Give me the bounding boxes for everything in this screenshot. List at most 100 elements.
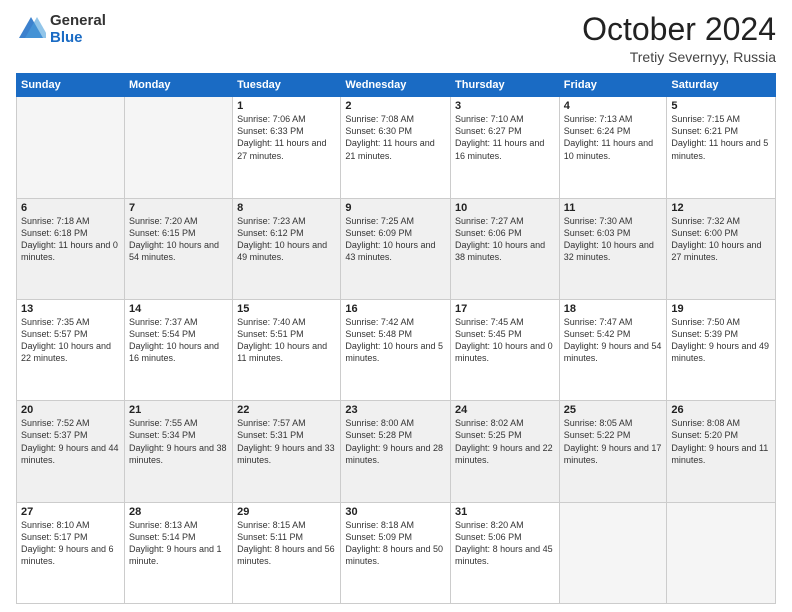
day-info: Sunrise: 7:23 AM Sunset: 6:12 PM Dayligh… xyxy=(237,215,336,264)
day-info: Sunrise: 8:13 AM Sunset: 5:14 PM Dayligh… xyxy=(129,519,228,568)
day-info: Sunrise: 8:08 AM Sunset: 5:20 PM Dayligh… xyxy=(671,417,771,466)
day-info: Sunrise: 7:35 AM Sunset: 5:57 PM Dayligh… xyxy=(21,316,120,365)
calendar-cell: 30Sunrise: 8:18 AM Sunset: 5:09 PM Dayli… xyxy=(341,502,451,603)
calendar-cell: 4Sunrise: 7:13 AM Sunset: 6:24 PM Daylig… xyxy=(559,97,667,198)
day-info: Sunrise: 7:42 AM Sunset: 5:48 PM Dayligh… xyxy=(345,316,446,365)
day-info: Sunrise: 8:00 AM Sunset: 5:28 PM Dayligh… xyxy=(345,417,446,466)
day-info: Sunrise: 7:13 AM Sunset: 6:24 PM Dayligh… xyxy=(564,113,663,162)
calendar-cell: 25Sunrise: 8:05 AM Sunset: 5:22 PM Dayli… xyxy=(559,401,667,502)
day-number: 2 xyxy=(345,100,446,112)
calendar-cell: 2Sunrise: 7:08 AM Sunset: 6:30 PM Daylig… xyxy=(341,97,451,198)
day-number: 7 xyxy=(129,202,228,214)
calendar-cell: 17Sunrise: 7:45 AM Sunset: 5:45 PM Dayli… xyxy=(451,299,560,400)
calendar-cell: 12Sunrise: 7:32 AM Sunset: 6:00 PM Dayli… xyxy=(667,198,776,299)
day-info: Sunrise: 7:50 AM Sunset: 5:39 PM Dayligh… xyxy=(671,316,771,365)
day-number: 24 xyxy=(455,404,555,416)
title-block: October 2024 Tretiy Severnyy, Russia xyxy=(582,12,776,65)
day-info: Sunrise: 7:55 AM Sunset: 5:34 PM Dayligh… xyxy=(129,417,228,466)
calendar-cell: 31Sunrise: 8:20 AM Sunset: 5:06 PM Dayli… xyxy=(451,502,560,603)
header: General Blue October 2024 Tretiy Severny… xyxy=(16,12,776,65)
day-number: 4 xyxy=(564,100,663,112)
day-info: Sunrise: 7:08 AM Sunset: 6:30 PM Dayligh… xyxy=(345,113,446,162)
day-info: Sunrise: 8:20 AM Sunset: 5:06 PM Dayligh… xyxy=(455,519,555,568)
calendar-cell: 9Sunrise: 7:25 AM Sunset: 6:09 PM Daylig… xyxy=(341,198,451,299)
day-number: 15 xyxy=(237,303,336,315)
day-info: Sunrise: 7:20 AM Sunset: 6:15 PM Dayligh… xyxy=(129,215,228,264)
calendar-cell xyxy=(667,502,776,603)
calendar-cell: 23Sunrise: 8:00 AM Sunset: 5:28 PM Dayli… xyxy=(341,401,451,502)
logo-text: General Blue xyxy=(50,12,106,46)
day-number: 17 xyxy=(455,303,555,315)
calendar-cell: 29Sunrise: 8:15 AM Sunset: 5:11 PM Dayli… xyxy=(233,502,341,603)
logo-icon xyxy=(16,14,46,44)
day-number: 20 xyxy=(21,404,120,416)
day-info: Sunrise: 7:52 AM Sunset: 5:37 PM Dayligh… xyxy=(21,417,120,466)
day-info: Sunrise: 7:57 AM Sunset: 5:31 PM Dayligh… xyxy=(237,417,336,466)
calendar-cell: 19Sunrise: 7:50 AM Sunset: 5:39 PM Dayli… xyxy=(667,299,776,400)
calendar-cell: 5Sunrise: 7:15 AM Sunset: 6:21 PM Daylig… xyxy=(667,97,776,198)
calendar-week-row: 1Sunrise: 7:06 AM Sunset: 6:33 PM Daylig… xyxy=(17,97,776,198)
calendar-cell: 8Sunrise: 7:23 AM Sunset: 6:12 PM Daylig… xyxy=(233,198,341,299)
col-thursday: Thursday xyxy=(451,74,560,97)
day-number: 3 xyxy=(455,100,555,112)
col-friday: Friday xyxy=(559,74,667,97)
calendar-week-row: 27Sunrise: 8:10 AM Sunset: 5:17 PM Dayli… xyxy=(17,502,776,603)
day-info: Sunrise: 8:02 AM Sunset: 5:25 PM Dayligh… xyxy=(455,417,555,466)
day-number: 23 xyxy=(345,404,446,416)
day-info: Sunrise: 7:40 AM Sunset: 5:51 PM Dayligh… xyxy=(237,316,336,365)
main-title: October 2024 xyxy=(582,12,776,47)
day-number: 19 xyxy=(671,303,771,315)
day-info: Sunrise: 7:15 AM Sunset: 6:21 PM Dayligh… xyxy=(671,113,771,162)
subtitle: Tretiy Severnyy, Russia xyxy=(582,49,776,65)
day-number: 11 xyxy=(564,202,663,214)
day-number: 14 xyxy=(129,303,228,315)
day-number: 10 xyxy=(455,202,555,214)
day-info: Sunrise: 7:30 AM Sunset: 6:03 PM Dayligh… xyxy=(564,215,663,264)
day-info: Sunrise: 8:05 AM Sunset: 5:22 PM Dayligh… xyxy=(564,417,663,466)
day-info: Sunrise: 7:27 AM Sunset: 6:06 PM Dayligh… xyxy=(455,215,555,264)
calendar-cell: 18Sunrise: 7:47 AM Sunset: 5:42 PM Dayli… xyxy=(559,299,667,400)
day-number: 13 xyxy=(21,303,120,315)
day-number: 22 xyxy=(237,404,336,416)
calendar-cell xyxy=(559,502,667,603)
calendar-cell: 14Sunrise: 7:37 AM Sunset: 5:54 PM Dayli… xyxy=(124,299,232,400)
calendar-cell: 22Sunrise: 7:57 AM Sunset: 5:31 PM Dayli… xyxy=(233,401,341,502)
day-number: 25 xyxy=(564,404,663,416)
day-info: Sunrise: 8:15 AM Sunset: 5:11 PM Dayligh… xyxy=(237,519,336,568)
day-info: Sunrise: 8:18 AM Sunset: 5:09 PM Dayligh… xyxy=(345,519,446,568)
calendar-cell: 24Sunrise: 8:02 AM Sunset: 5:25 PM Dayli… xyxy=(451,401,560,502)
col-saturday: Saturday xyxy=(667,74,776,97)
logo: General Blue xyxy=(16,12,106,46)
day-number: 12 xyxy=(671,202,771,214)
day-info: Sunrise: 8:10 AM Sunset: 5:17 PM Dayligh… xyxy=(21,519,120,568)
calendar-cell: 6Sunrise: 7:18 AM Sunset: 6:18 PM Daylig… xyxy=(17,198,125,299)
col-sunday: Sunday xyxy=(17,74,125,97)
day-number: 18 xyxy=(564,303,663,315)
day-number: 26 xyxy=(671,404,771,416)
col-tuesday: Tuesday xyxy=(233,74,341,97)
col-wednesday: Wednesday xyxy=(341,74,451,97)
day-number: 29 xyxy=(237,506,336,518)
col-monday: Monday xyxy=(124,74,232,97)
calendar-cell: 10Sunrise: 7:27 AM Sunset: 6:06 PM Dayli… xyxy=(451,198,560,299)
day-number: 16 xyxy=(345,303,446,315)
calendar-cell: 20Sunrise: 7:52 AM Sunset: 5:37 PM Dayli… xyxy=(17,401,125,502)
calendar-cell: 15Sunrise: 7:40 AM Sunset: 5:51 PM Dayli… xyxy=(233,299,341,400)
day-number: 28 xyxy=(129,506,228,518)
calendar-cell: 16Sunrise: 7:42 AM Sunset: 5:48 PM Dayli… xyxy=(341,299,451,400)
day-number: 21 xyxy=(129,404,228,416)
day-info: Sunrise: 7:18 AM Sunset: 6:18 PM Dayligh… xyxy=(21,215,120,264)
day-number: 31 xyxy=(455,506,555,518)
day-info: Sunrise: 7:45 AM Sunset: 5:45 PM Dayligh… xyxy=(455,316,555,365)
calendar-cell: 26Sunrise: 8:08 AM Sunset: 5:20 PM Dayli… xyxy=(667,401,776,502)
calendar-cell: 13Sunrise: 7:35 AM Sunset: 5:57 PM Dayli… xyxy=(17,299,125,400)
calendar-week-row: 6Sunrise: 7:18 AM Sunset: 6:18 PM Daylig… xyxy=(17,198,776,299)
day-info: Sunrise: 7:32 AM Sunset: 6:00 PM Dayligh… xyxy=(671,215,771,264)
calendar-cell: 3Sunrise: 7:10 AM Sunset: 6:27 PM Daylig… xyxy=(451,97,560,198)
day-number: 1 xyxy=(237,100,336,112)
day-number: 30 xyxy=(345,506,446,518)
calendar-cell xyxy=(17,97,125,198)
day-number: 9 xyxy=(345,202,446,214)
calendar-cell: 21Sunrise: 7:55 AM Sunset: 5:34 PM Dayli… xyxy=(124,401,232,502)
calendar-week-row: 13Sunrise: 7:35 AM Sunset: 5:57 PM Dayli… xyxy=(17,299,776,400)
